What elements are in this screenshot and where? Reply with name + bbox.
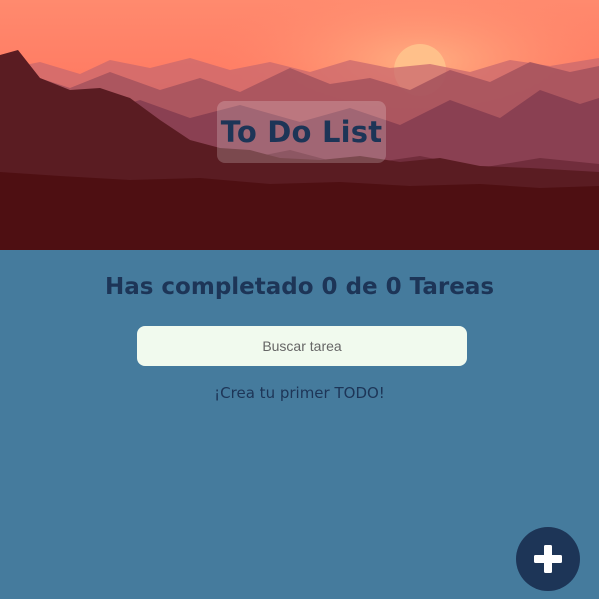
empty-state-message: ¡Crea tu primer TODO!	[214, 384, 385, 402]
page-title: To Do List	[220, 115, 383, 149]
title-container: To Do List	[217, 101, 386, 163]
todo-counter: Has completado 0 de 0 Tareas	[104, 274, 495, 300]
search-input[interactable]	[137, 326, 467, 366]
plus-icon	[534, 545, 562, 573]
add-todo-button[interactable]	[516, 527, 580, 591]
header-banner: To Do List	[0, 0, 599, 250]
todo-app: To Do List Has completado 0 de 0 Tareas …	[0, 0, 599, 599]
